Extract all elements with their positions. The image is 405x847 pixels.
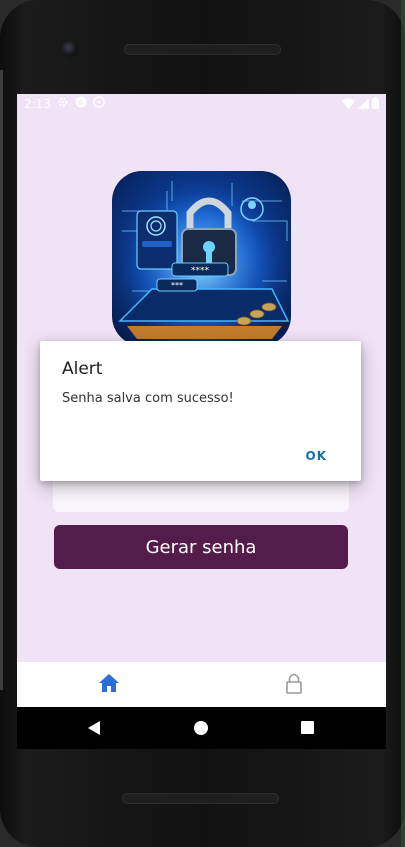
dialog-message: Senha salva com sucesso! (62, 391, 234, 406)
phone-edge-right (401, 0, 405, 847)
home-icon (98, 673, 120, 697)
back-icon[interactable] (87, 720, 101, 740)
home-circle-icon[interactable] (194, 721, 208, 735)
status-bar: 2:13 A (17, 94, 386, 116)
dialog-ok-button[interactable]: OK (300, 448, 334, 464)
lock-icon (286, 672, 302, 698)
system-navigation-bar (17, 707, 386, 749)
data-saver-icon (93, 96, 105, 108)
svg-text:***: *** (171, 281, 183, 290)
status-time: 2:13 (24, 97, 51, 111)
bottom-tab-bar (17, 662, 386, 707)
recents-icon[interactable] (301, 721, 314, 734)
front-camera (62, 41, 78, 57)
signal-icon (358, 97, 369, 112)
phone-edge-left (0, 70, 3, 690)
wifi-icon (342, 98, 355, 112)
svg-text:****: **** (191, 266, 210, 276)
sync-icon: A (75, 96, 87, 108)
dialog-title: Alert (62, 359, 103, 379)
gear-icon (57, 96, 69, 108)
earpiece-speaker (124, 44, 281, 55)
battery-icon (372, 97, 379, 112)
tab-saved-passwords[interactable] (202, 662, 386, 707)
password-security-illustration: **** *** (112, 171, 291, 346)
alert-dialog: Alert Senha salva com sucesso! OK (40, 341, 361, 481)
generate-password-button[interactable]: Gerar senha (54, 525, 348, 569)
bottom-speaker (122, 793, 279, 804)
svg-text:A: A (78, 98, 84, 107)
tab-home[interactable] (17, 662, 201, 707)
